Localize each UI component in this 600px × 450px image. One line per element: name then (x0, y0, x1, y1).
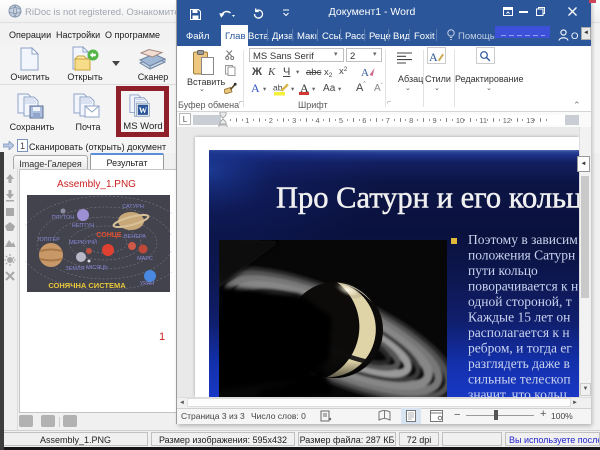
svg-text:ребром, и тогда ег: ребром, и тогда ег (468, 341, 572, 356)
svg-text:поворачивается к н: поворачивается к н (468, 279, 578, 294)
svg-text:МЕРКУРІЙ: МЕРКУРІЙ (69, 238, 97, 246)
svg-text:МІСЯЦЬ: МІСЯЦЬ (86, 265, 108, 271)
svg-text:положения Сатурн: положения Сатурн (468, 248, 575, 263)
svg-text:СОНЯЧНА СИСТЕМА: СОНЯЧНА СИСТЕМА (48, 281, 126, 290)
svg-text:сильные телескоп: сильные телескоп (468, 372, 571, 387)
svg-text:одной стороной, т: одной стороной, т (468, 294, 572, 309)
svg-text:A: A (361, 67, 369, 78)
svg-text:НЕПТУН: НЕПТУН (72, 223, 94, 229)
svg-text:ЮПІТЕР: ЮПІТЕР (38, 237, 60, 243)
svg-text:разглядеть даже в: разглядеть даже в (468, 356, 570, 371)
svg-text:САТУРН: САТУРН (122, 204, 144, 210)
svg-text:ВЕНЕРА: ВЕНЕРА (124, 234, 146, 240)
svg-text:Поэтому в зависим: Поэтому в зависим (468, 232, 578, 247)
svg-text:располагается к н: располагается к н (468, 325, 570, 340)
svg-text:МАРС: МАРС (137, 256, 153, 262)
svg-text:ab: ab (273, 83, 283, 93)
svg-text:1: 1 (20, 141, 25, 151)
svg-text:СОНЦЕ: СОНЦЕ (96, 232, 121, 239)
svg-text:Про Сатурн и его кольца: Про Сатурн и его кольца (276, 181, 579, 215)
svg-text:ПЛУТОН: ПЛУТОН (52, 215, 74, 221)
svg-text:значит, что кольц: значит, что кольц (468, 387, 567, 397)
svg-text:Каждые 15 лет он: Каждые 15 лет он (468, 310, 570, 325)
svg-text:пути кольцо: пути кольцо (468, 263, 538, 278)
svg-text:ЗЕМЛЯ: ЗЕМЛЯ (65, 266, 84, 272)
svg-text:УРАН: УРАН (140, 281, 154, 287)
svg-text:А: А (429, 50, 438, 63)
